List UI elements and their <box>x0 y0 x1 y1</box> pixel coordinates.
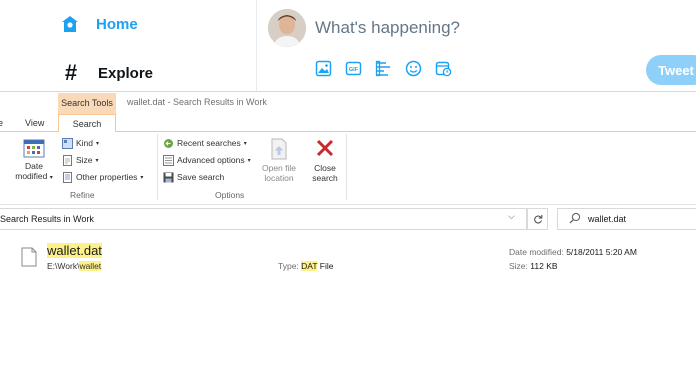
ribbon: Date modified ▾ Kind ▾ Size ▾ Other proper… <box>0 132 696 205</box>
result-date-modified: Date modified: 5/18/2011 5:20 AM <box>509 247 637 257</box>
tweet-button[interactable]: Tweet <box>646 55 696 85</box>
tab-share[interactable]: e <box>0 114 3 132</box>
search-icon <box>569 212 581 224</box>
explorer-window: Search Tools wallet.dat - Search Results… <box>0 91 696 386</box>
refresh-button[interactable] <box>527 208 548 230</box>
schedule-icon[interactable] <box>434 59 453 78</box>
nav-home[interactable]: Home <box>60 14 138 34</box>
group-separator <box>346 134 347 200</box>
ribbon-tabs: e View Search <box>0 114 696 133</box>
window-title: wallet.dat - Search Results in Work <box>127 97 267 107</box>
gif-icon[interactable]: GIF <box>344 59 363 78</box>
twitter-backdrop: Home # Explore What's happening? GIF Twe… <box>0 0 696 92</box>
image-icon[interactable] <box>314 59 333 78</box>
group-separator <box>157 134 158 200</box>
recent-searches-icon <box>164 138 173 148</box>
kind-button[interactable]: Kind ▾ <box>62 136 99 150</box>
result-file-size: Size: 112 KB <box>509 261 558 271</box>
result-file-name[interactable]: wallet.dat <box>47 243 102 258</box>
chevron-down-icon[interactable]: ⌵ <box>508 211 515 222</box>
other-properties-button[interactable]: Other properties ▾ <box>62 170 143 184</box>
calendar-icon <box>23 139 45 158</box>
home-icon <box>62 16 78 32</box>
svg-text:GIF: GIF <box>349 67 359 73</box>
close-search-button[interactable]: Close search <box>307 138 343 183</box>
file-icon <box>21 247 37 267</box>
nav-home-label: Home <box>96 15 138 33</box>
advanced-options-button[interactable]: Advanced options ▾ <box>163 153 251 167</box>
date-label-2: modified ▾ <box>15 171 53 181</box>
result-file-type: Type: DAT File <box>278 261 334 271</box>
result-file-path: E:\Work\wallet <box>47 261 102 271</box>
save-search-button[interactable]: Save search <box>163 170 224 184</box>
date-modified-button[interactable]: Date modified ▾ <box>14 138 54 183</box>
address-row: Search Results in Work ⌵ wallet.dat <box>0 208 696 230</box>
refresh-icon <box>533 215 542 224</box>
advanced-options-icon <box>163 154 174 166</box>
avatar[interactable] <box>268 9 306 47</box>
recent-searches-button[interactable]: Recent searches ▾ <box>163 136 247 150</box>
tab-search[interactable]: Search <box>58 114 116 133</box>
properties-icon <box>63 171 72 183</box>
results-pane: wallet.dat E:\Work\wallet Type: DAT File… <box>0 230 696 386</box>
compose-input[interactable]: What's happening? <box>315 18 460 38</box>
hashtag-icon: # <box>64 60 78 85</box>
date-label-1: Date <box>25 161 43 171</box>
size-button[interactable]: Size ▾ <box>62 153 99 167</box>
address-bar[interactable]: Search Results in Work <box>0 208 527 230</box>
save-icon <box>163 172 174 182</box>
search-tools-context-tab: Search Tools <box>58 93 116 114</box>
nav-explore[interactable]: # Explore <box>60 60 153 86</box>
open-location-icon <box>271 138 287 160</box>
title-bar: Search Tools wallet.dat - Search Results… <box>0 92 696 114</box>
options-group-label: Options <box>215 190 245 200</box>
size-icon <box>63 154 72 166</box>
column-divider <box>256 0 257 92</box>
tab-view[interactable]: View <box>25 114 44 132</box>
emoji-icon[interactable] <box>404 59 423 78</box>
open-file-location-button[interactable]: Open file location <box>258 138 300 183</box>
refine-group-label: Refine <box>70 190 95 200</box>
kind-icon <box>62 137 73 149</box>
close-icon <box>316 139 334 157</box>
poll-icon[interactable] <box>374 59 393 78</box>
compose-toolbar: GIF <box>314 59 453 78</box>
nav-explore-label: Explore <box>98 64 154 82</box>
